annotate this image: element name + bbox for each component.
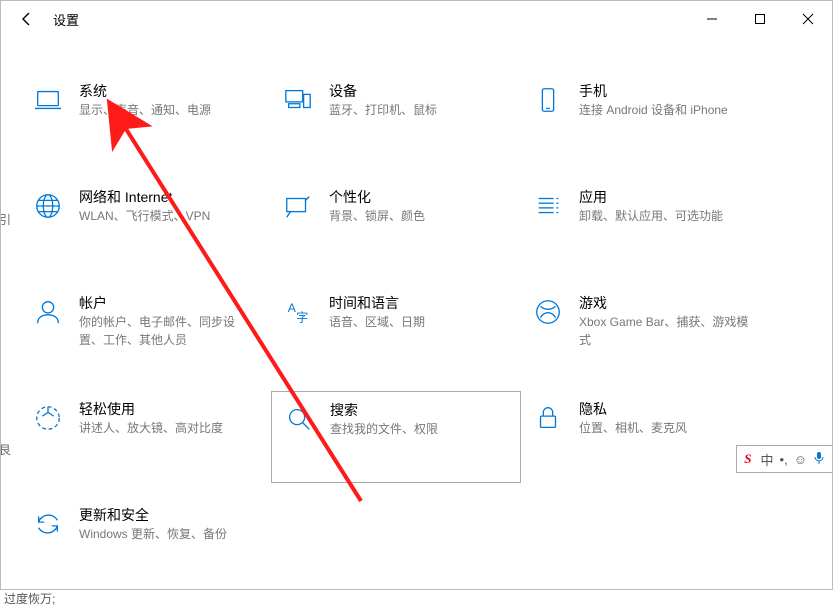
svg-text:字: 字 bbox=[296, 309, 308, 324]
tile-update-security[interactable]: 更新和安全 Windows 更新、恢复、备份 bbox=[21, 497, 271, 589]
tile-devices[interactable]: 设备 蓝牙、打印机、鼠标 bbox=[271, 73, 521, 165]
microphone-icon[interactable] bbox=[813, 451, 825, 468]
tile-desc: Xbox Game Bar、捕获、游戏模式 bbox=[579, 313, 749, 349]
ime-face-icon[interactable]: ☺ bbox=[794, 452, 807, 467]
phone-icon bbox=[529, 81, 567, 119]
globe-icon bbox=[29, 187, 67, 225]
laptop-icon bbox=[29, 81, 67, 119]
search-icon bbox=[280, 400, 318, 438]
tile-title: 个性化 bbox=[329, 187, 425, 207]
tile-gaming[interactable]: 游戏 Xbox Game Bar、捕获、游戏模式 bbox=[521, 285, 771, 377]
ime-logo-icon: S bbox=[744, 451, 751, 467]
tile-phone[interactable]: 手机 连接 Android 设备和 iPhone bbox=[521, 73, 771, 165]
tile-title: 轻松使用 bbox=[79, 399, 223, 419]
maximize-button[interactable] bbox=[736, 1, 784, 37]
tile-title: 时间和语言 bbox=[329, 293, 425, 313]
tile-title: 系统 bbox=[79, 81, 211, 101]
tile-title: 应用 bbox=[579, 187, 723, 207]
tile-desc: 语音、区域、日期 bbox=[329, 313, 425, 331]
tile-desc: 你的帐户、电子邮件、同步设置、工作、其他人员 bbox=[79, 313, 249, 349]
minimize-button[interactable] bbox=[688, 1, 736, 37]
tile-desc: 显示、声音、通知、电源 bbox=[79, 101, 211, 119]
tile-personalization[interactable]: 个性化 背景、锁屏、颜色 bbox=[271, 179, 521, 271]
tile-title: 更新和安全 bbox=[79, 505, 227, 525]
language-icon: A字 bbox=[279, 293, 317, 331]
ime-lang[interactable]: 中 bbox=[761, 450, 774, 469]
close-button[interactable] bbox=[784, 1, 832, 37]
window-title: 设置 bbox=[47, 10, 79, 29]
tile-accounts[interactable]: 帐户 你的帐户、电子邮件、同步设置、工作、其他人员 bbox=[21, 285, 271, 377]
ime-status-bar[interactable]: S 中 •, ☺ bbox=[736, 445, 832, 473]
titlebar: 设置 bbox=[1, 1, 832, 37]
tile-ease-of-access[interactable]: 轻松使用 讲述人、放大镜、高对比度 bbox=[21, 391, 271, 483]
tile-title: 手机 bbox=[579, 81, 728, 101]
paint-icon bbox=[279, 187, 317, 225]
tile-system[interactable]: 系统 显示、声音、通知、电源 bbox=[21, 73, 271, 165]
back-button[interactable] bbox=[7, 1, 47, 37]
tile-title: 网络和 Internet bbox=[79, 187, 210, 207]
tile-desc: 背景、锁屏、颜色 bbox=[329, 207, 425, 225]
lock-icon bbox=[529, 399, 567, 437]
tile-time-language[interactable]: A字 时间和语言 语音、区域、日期 bbox=[271, 285, 521, 377]
accessibility-icon bbox=[29, 399, 67, 437]
tile-desc: Windows 更新、恢复、备份 bbox=[79, 525, 227, 543]
tile-network[interactable]: 网络和 Internet WLAN、飞行模式、VPN bbox=[21, 179, 271, 271]
tile-search[interactable]: 搜索 查找我的文件、权限 bbox=[271, 391, 521, 483]
ime-punct[interactable]: •, bbox=[780, 452, 788, 467]
tile-desc: 讲述人、放大镜、高对比度 bbox=[79, 419, 223, 437]
tile-desc: 连接 Android 设备和 iPhone bbox=[579, 101, 728, 119]
tile-desc: 蓝牙、打印机、鼠标 bbox=[329, 101, 437, 119]
tile-desc: 卸载、默认应用、可选功能 bbox=[579, 207, 723, 225]
tile-title: 帐户 bbox=[79, 293, 249, 313]
background-fragment: 过度恢万; bbox=[0, 590, 833, 607]
tile-title: 搜索 bbox=[330, 400, 438, 420]
devices-icon bbox=[279, 81, 317, 119]
categories-grid: 系统 显示、声音、通知、电源 设备 蓝牙、打印机、鼠标 手机 bbox=[1, 65, 832, 589]
tile-desc: WLAN、飞行模式、VPN bbox=[79, 207, 210, 225]
sync-icon bbox=[29, 505, 67, 543]
tile-desc: 查找我的文件、权限 bbox=[330, 420, 438, 438]
apps-icon bbox=[529, 187, 567, 225]
tile-title: 游戏 bbox=[579, 293, 749, 313]
person-icon bbox=[29, 293, 67, 331]
tile-apps[interactable]: 应用 卸载、默认应用、可选功能 bbox=[521, 179, 771, 271]
tile-desc: 位置、相机、麦克风 bbox=[579, 419, 687, 437]
tile-privacy[interactable]: 隐私 位置、相机、麦克风 bbox=[521, 391, 771, 483]
tile-title: 设备 bbox=[329, 81, 437, 101]
xbox-icon bbox=[529, 293, 567, 331]
tile-title: 隐私 bbox=[579, 399, 687, 419]
settings-window: 设置 系统 显示、声音、通知、电源 bbox=[0, 0, 833, 590]
